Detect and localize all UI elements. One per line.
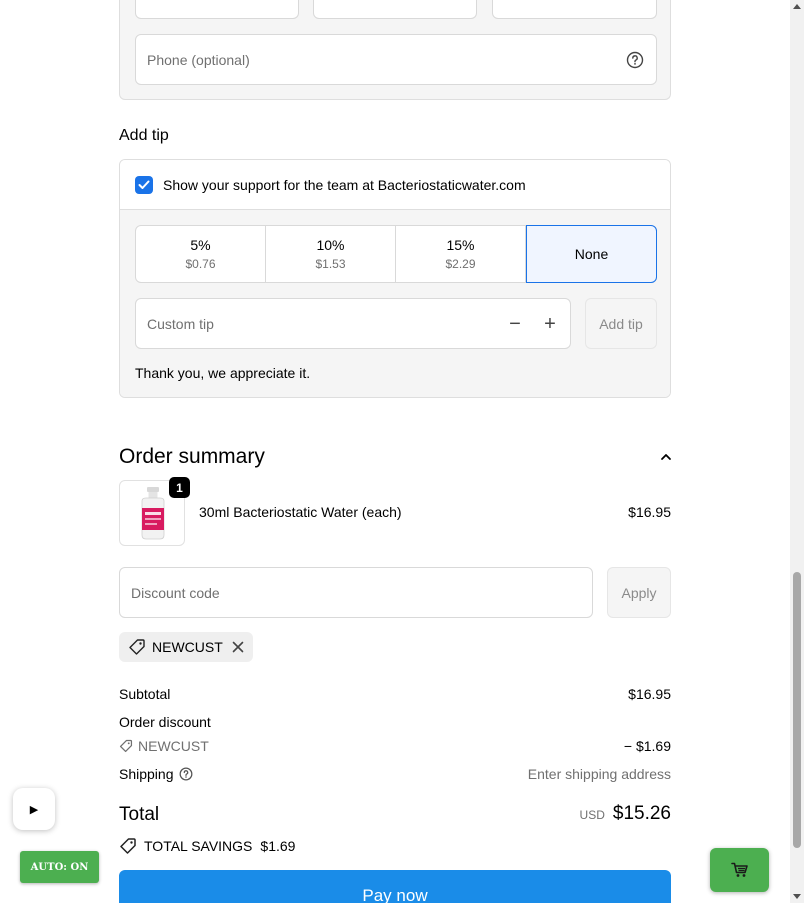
scroll-down-arrow[interactable] [793,894,801,899]
product-price: $16.95 [628,504,671,520]
shipping-label: Shipping [119,766,174,782]
shipping-row: Shipping [119,766,193,782]
shipping-value: Enter shipping address [527,766,671,782]
tip-checkbox[interactable] [135,176,153,194]
play-button[interactable]: ▶ [13,788,55,830]
tip-amount: $2.29 [445,257,476,271]
order-summary-title: Order summary [119,445,265,468]
tip-option-none[interactable]: None [526,225,657,283]
custom-tip-placeholder: Custom tip [147,316,214,332]
zip-field[interactable] [492,0,657,19]
total-amount: $15.26 [612,803,671,824]
subtotal-value: $16.95 [628,686,671,702]
tip-thanks: Thank you, we appreciate it. [135,365,311,381]
tip-title: Add tip [119,127,169,144]
tip-option-5[interactable]: 5% $0.76 [136,226,266,282]
tag-icon [120,838,136,854]
auto-toggle-badge[interactable]: AUTO: ON [20,851,99,883]
tip-checkbox-label: Show your support for the team at Bacter… [163,177,526,193]
scroll-thumb[interactable] [793,572,801,848]
tip-percent: 10% [316,237,345,253]
total-value-group: USD $15.26 [580,803,671,825]
tip-percent: 15% [446,237,475,253]
decrement-button[interactable]: − [503,312,527,336]
discount-code-input[interactable]: Discount code [119,567,593,618]
product-name: 30ml Bacteriostatic Water (each) [199,504,402,520]
order-discount-code-row: NEWCUST [119,738,209,754]
page-scrollbar[interactable] [790,0,804,903]
total-label: Total [119,804,160,825]
help-icon[interactable] [179,767,193,781]
tag-icon [119,739,133,753]
tip-body: 5% $0.76 10% $1.53 15% $2.29 None Custom… [120,210,670,397]
scroll-up-arrow[interactable] [793,4,801,9]
pay-now-button[interactable]: Pay now [119,870,671,903]
add-tip-button[interactable]: Add tip [585,298,657,349]
tip-amount: $0.76 [185,257,216,271]
tip-percent: 5% [190,237,211,253]
help-icon[interactable] [626,51,644,69]
apply-button[interactable]: Apply [607,567,671,618]
currency-code: USD [579,808,605,822]
tip-option-10[interactable]: 10% $1.53 [266,226,396,282]
savings-value: $1.69 [260,838,296,854]
check-icon [138,180,150,189]
subtotal-label: Subtotal [119,686,171,702]
address-card: Phone (optional) [119,0,671,100]
order-discount-value: − $1.69 [623,738,671,754]
phone-placeholder: Phone (optional) [147,52,250,68]
custom-tip-input[interactable]: Custom tip − + [135,298,571,349]
quantity-badge: 1 [169,477,190,498]
chevron-up-icon[interactable] [659,450,673,464]
state-field[interactable] [313,0,477,19]
savings-label: TOTAL SAVINGS [144,838,253,854]
tip-options: 5% $0.76 10% $1.53 15% $2.29 None [135,225,657,283]
cart-button[interactable] [710,848,769,892]
increment-button[interactable]: + [538,312,562,336]
cart-icon [730,862,748,877]
discount-placeholder: Discount code [131,585,220,601]
applied-code-chip: NEWCUST [119,632,253,662]
tip-none-label: None [574,246,609,262]
tag-icon [129,639,145,655]
tip-amount: $1.53 [315,257,346,271]
tip-card: Show your support for the team at Bacter… [119,159,671,398]
tip-checkbox-row[interactable]: Show your support for the team at Bacter… [120,160,670,210]
city-field[interactable] [135,0,299,19]
order-discount-label: Order discount [119,714,211,730]
phone-field[interactable]: Phone (optional) [135,34,657,85]
applied-code-text: NEWCUST [152,639,223,655]
tip-option-15[interactable]: 15% $2.29 [396,226,526,282]
order-discount-code: NEWCUST [138,738,209,754]
total-savings: TOTAL SAVINGS $1.69 [119,837,295,855]
remove-code-icon[interactable] [232,641,244,653]
product-thumbnail: 1 [119,477,190,546]
